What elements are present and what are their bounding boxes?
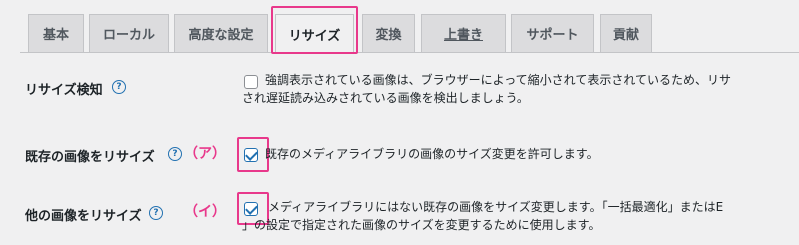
help-icon[interactable]: ? xyxy=(168,147,182,161)
tab-label: サポート xyxy=(526,28,579,43)
tab-advanced[interactable]: 高度な設定 xyxy=(174,14,268,52)
tab-label: 基本 xyxy=(42,28,69,43)
tab-label: 貢献 xyxy=(612,28,639,43)
resize-other-description-line1: メディアライブラリにはない既存の画像をサイズ変更します。「一括最適化」またはE xyxy=(268,200,724,214)
active-tab-highlight-frame xyxy=(271,6,358,54)
resize-other-checkbox[interactable] xyxy=(244,202,258,216)
resize-other-description-line2: 」の設定で指定された画像のサイズを変更するために使用します。 xyxy=(242,218,601,232)
resize-existing-checkbox[interactable] xyxy=(244,148,258,162)
resize-detection-description-line1: 強調表示されている画像は、ブラウザーによって縮小されて表示されているため、リサ xyxy=(265,73,731,87)
tab-bar-divider xyxy=(20,52,799,53)
check-icon xyxy=(245,148,258,161)
annotation-marker-a: （ア） xyxy=(184,146,226,162)
resize-detection-label: リサイズ検知 xyxy=(25,83,103,98)
resize-detection-checkbox[interactable] xyxy=(244,75,258,89)
help-icon[interactable]: ? xyxy=(149,206,163,220)
tab-basic[interactable]: 基本 xyxy=(28,14,84,52)
tab-label: ローカル xyxy=(102,28,155,43)
resize-existing-description: 既存のメディアライブラリの画像のサイズ変更を許可します。 xyxy=(265,147,599,161)
settings-tab-bar: 基本 ローカル 高度な設定 リサイズ 変換 上書き サポート 貢献 xyxy=(0,0,799,53)
tab-label: 高度な設定 xyxy=(188,28,254,43)
tab-label: 変換 xyxy=(375,28,402,43)
tab-contribute[interactable]: 貢献 xyxy=(600,14,652,52)
resize-other-label: 他の画像をリサイズ xyxy=(25,209,142,224)
tab-overwrite[interactable]: 上書き xyxy=(421,14,506,52)
resize-detection-description-line2: され遅延読み込みされている画像を検出しましょう。 xyxy=(242,91,529,105)
tab-local[interactable]: ローカル xyxy=(89,14,169,52)
tab-label: 上書き xyxy=(443,28,483,43)
help-icon[interactable]: ? xyxy=(112,80,126,94)
tab-support[interactable]: サポート xyxy=(511,14,594,52)
annotation-marker-i: （イ） xyxy=(184,204,226,220)
tab-convert[interactable]: 変換 xyxy=(362,14,415,52)
check-icon xyxy=(245,202,258,215)
resize-existing-label: 既存の画像をリサイズ xyxy=(25,150,155,165)
